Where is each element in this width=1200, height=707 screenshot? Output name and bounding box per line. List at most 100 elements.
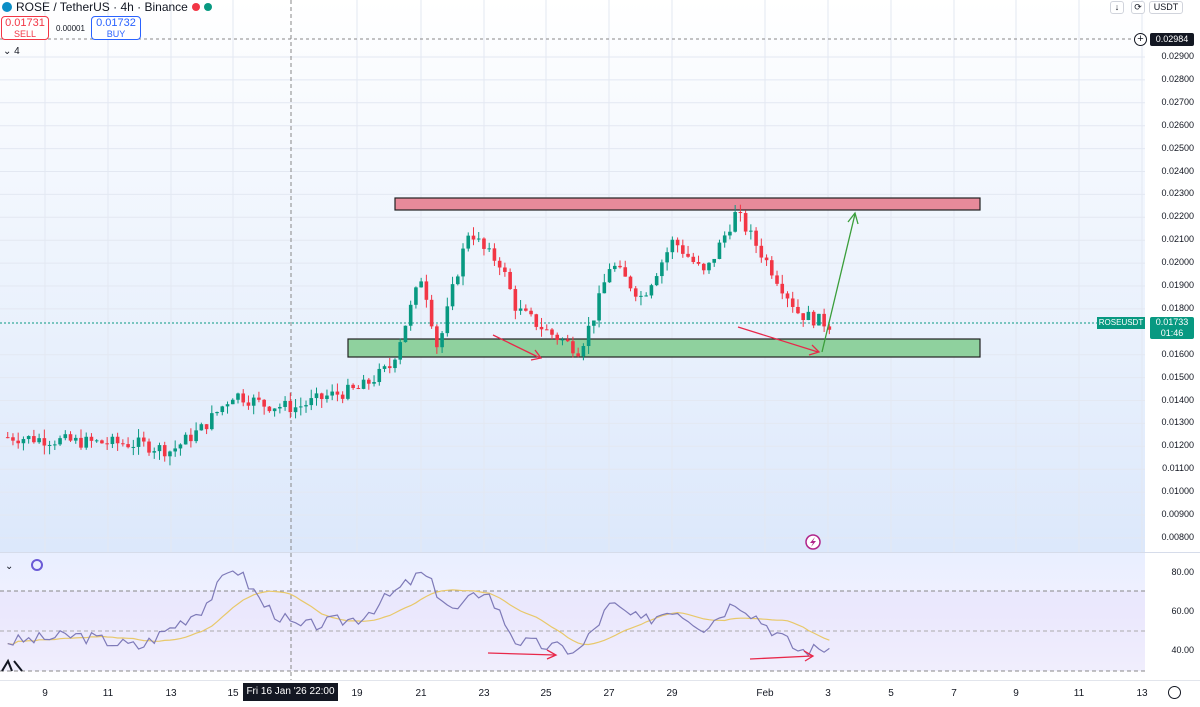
price-chart-pane[interactable]: ROSE / TetherUS · 4h · Binance 0.01731 S…: [0, 0, 1145, 552]
buy-button[interactable]: 0.01732 BUY: [91, 16, 141, 40]
candle-body: [408, 304, 413, 326]
time-label: 29: [666, 688, 678, 699]
candle-body: [26, 436, 31, 440]
spread-value: 0.00001: [56, 24, 85, 33]
price-label: 0.01600: [1161, 348, 1194, 359]
settings-gear-icon[interactable]: [1168, 686, 1181, 699]
candle-body: [168, 451, 172, 457]
rsi-axis[interactable]: 80.00 60.00 40.00: [1145, 552, 1200, 680]
candle-body: [492, 248, 497, 261]
candle-body: [780, 283, 785, 294]
candle-body: [147, 441, 151, 453]
candle-body: [314, 393, 319, 399]
candle-body: [754, 230, 758, 246]
price-label: 0.01100: [1162, 463, 1194, 474]
candle-body: [16, 440, 20, 444]
candle-body: [811, 311, 816, 326]
price-chart-svg[interactable]: [0, 0, 1145, 552]
sell-label: SELL: [13, 29, 37, 39]
candle-body: [759, 245, 764, 258]
candle-body: [665, 252, 669, 263]
candle-body: [58, 438, 62, 445]
candle-body: [623, 267, 628, 277]
market-status-red-icon: [191, 3, 200, 11]
candle-body: [262, 399, 266, 407]
price-label: 0.01400: [1161, 394, 1194, 405]
currency-button[interactable]: USDT: [1149, 1, 1183, 14]
price-label: 0.02400: [1161, 165, 1194, 176]
time-label: 25: [540, 688, 552, 699]
candle-body: [696, 262, 701, 264]
candle-body: [189, 434, 193, 442]
candle-body: [288, 400, 293, 413]
chevron-down-icon[interactable]: ⌄: [3, 46, 11, 57]
candle-body: [544, 329, 549, 331]
candle-body: [571, 341, 575, 354]
candle-body: [524, 308, 528, 311]
price-label: 0.02600: [1161, 119, 1194, 130]
candle-body: [806, 311, 811, 321]
candle-body: [63, 434, 68, 439]
time-label: 15: [227, 688, 239, 699]
candle-body: [199, 424, 204, 431]
time-label: 5: [888, 688, 894, 699]
price-axis[interactable]: ↓ ⟳ USDT 0.02900 0.02800 0.02700 0.02600 0.0…: [1110, 0, 1200, 552]
rsi-chart-svg[interactable]: ⌄: [0, 553, 1145, 681]
candle-body: [152, 451, 157, 453]
candle-body: [403, 325, 408, 343]
candle-body: [398, 342, 403, 360]
candle-body: [581, 346, 586, 357]
price-label: 0.01300: [1161, 417, 1194, 428]
time-label: 27: [603, 688, 615, 699]
price-label: 0.02200: [1161, 211, 1194, 222]
arrow-down-icon[interactable]: ↓: [1110, 1, 1124, 14]
candle-body: [21, 439, 26, 444]
resistance-zone: [394, 197, 981, 211]
candle-body: [618, 265, 622, 268]
symbol-price-tag: ROSEUSDT: [1097, 317, 1145, 329]
candle-body: [173, 448, 177, 452]
candle-body: [529, 310, 533, 315]
candle-body: [178, 444, 183, 449]
candle-body: [607, 269, 612, 283]
candle-body: [110, 436, 115, 445]
price-label: 0.02900: [1161, 51, 1194, 61]
candle-body: [330, 391, 334, 396]
candle-body: [534, 314, 539, 327]
candle-body: [450, 284, 455, 307]
candle-body: [162, 445, 167, 457]
buy-label: BUY: [106, 29, 126, 39]
candle-body: [785, 293, 790, 299]
price-label: 0.02700: [1161, 96, 1194, 107]
candle-body: [220, 406, 225, 413]
candle-body: [382, 366, 387, 369]
candle-body: [230, 399, 235, 405]
price-label: 0.02300: [1161, 188, 1194, 199]
crosshair-time-label: Fri 16 Jan '26 22:00: [243, 683, 338, 701]
candle-body: [717, 242, 722, 259]
time-label: 9: [42, 688, 48, 699]
price-label: 0.02800: [1161, 73, 1194, 84]
time-axis[interactable]: 9 11 13 15 19 21 23 25 27 29 Feb 3 5 7 9 11 13 Fri 16 Ja…: [0, 680, 1200, 707]
candle-body: [796, 306, 800, 314]
candle-body: [518, 308, 523, 311]
refresh-icon[interactable]: ⟳: [1131, 1, 1145, 14]
candle-body: [372, 382, 376, 384]
symbol-title[interactable]: ROSE / TetherUS · 4h · Binance: [16, 0, 188, 14]
candle-body: [131, 446, 136, 448]
time-label: 21: [415, 688, 427, 699]
candle-body: [722, 235, 727, 243]
last-price-tag: 0.01733 01:46: [1150, 317, 1194, 339]
candle-body: [419, 281, 423, 288]
add-alert-plus-icon[interactable]: +: [1134, 33, 1147, 46]
candle-body: [738, 212, 743, 214]
candle-body: [681, 245, 685, 254]
rsi-pane[interactable]: ⌄: [0, 552, 1145, 681]
candle-body: [429, 299, 434, 327]
indicator-legend[interactable]: ⌄ 4: [3, 46, 20, 57]
candle-body: [393, 359, 397, 369]
candle-body: [822, 313, 826, 327]
candle-body: [272, 408, 277, 412]
candle-body: [194, 430, 198, 442]
sell-button[interactable]: 0.01731 SELL: [1, 16, 49, 40]
